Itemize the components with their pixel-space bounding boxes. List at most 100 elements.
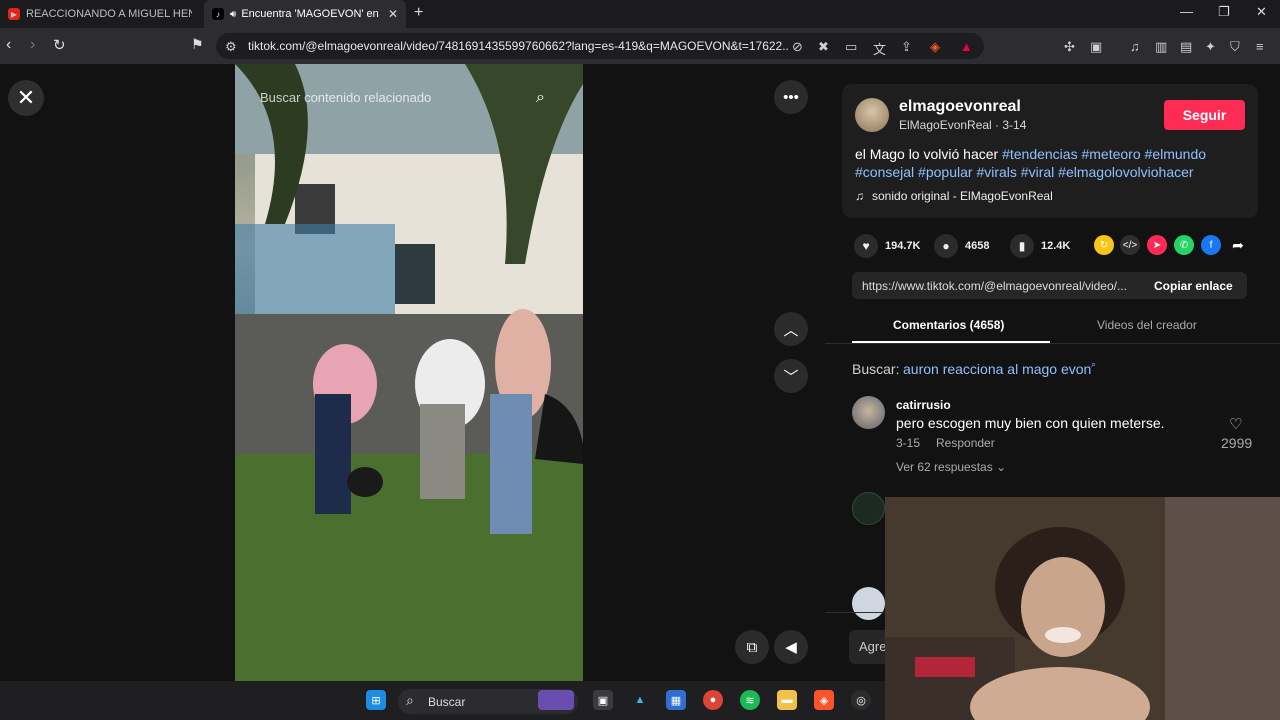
spotify-icon[interactable]: ≋ [740,690,760,710]
volume-button[interactable]: ◀︎ [774,630,808,664]
avatar[interactable] [852,396,885,429]
previous-video-button[interactable]: ︿ [774,312,808,346]
leo-ai-icon[interactable]: ✦ [1205,39,1216,55]
reply-button[interactable]: Responder [936,436,995,450]
hashtag-link[interactable]: #tendencias [1002,146,1078,162]
search-small-icon: ⌕ [1091,359,1097,369]
whatsapp-icon[interactable]: ✆ [1174,235,1194,255]
follow-button[interactable]: Seguir [1164,100,1245,130]
ellipsis-icon: ••• [783,88,799,106]
browser-tab-strip: ▶ REACCIONANDO A MIGUEL HENAO ♪ 🔊︎ Encue… [0,0,1280,28]
hashtag-link[interactable]: #popular [918,164,973,180]
sound-link[interactable]: ♫ sonido original - ElMagoEvonReal [855,189,1053,203]
hashtag-link[interactable]: #viral [1021,164,1054,180]
reload-icon[interactable]: ↻ [53,36,66,54]
share-page-icon[interactable]: ⇪ [901,39,912,55]
comment-username[interactable]: catirrusio [896,398,951,412]
hashtag-link[interactable]: #meteoro [1081,146,1140,162]
avatar[interactable] [852,587,885,620]
video-frame [235,64,583,681]
creator-subline: ElMagoEvonReal · 3-14 [899,118,1027,132]
like-button[interactable]: ♥ 194.7K [854,234,920,258]
more-options-button[interactable]: ••• [774,80,808,114]
bookmark-icon[interactable]: ⚑ [191,36,204,53]
chevron-down-icon: ﹀ [783,368,799,386]
speaker-icon[interactable]: 🔊︎ [230,9,236,20]
hashtag-link[interactable]: #elmundo [1145,146,1207,162]
save-count: 12.4K [1041,240,1071,252]
share-link-text[interactable]: https://www.tiktok.com/@elmagoevonreal/v… [862,279,1138,293]
embed-icon[interactable]: </> [1120,235,1140,255]
comment-icon: ● [934,234,958,258]
send-icon[interactable]: ➤ [1147,235,1167,255]
creator-username[interactable]: elmagoevonreal [899,98,1021,116]
comment-button[interactable]: ● 4658 [934,234,989,258]
share-repost-icon[interactable]: ↻ [1094,235,1114,255]
tab-youtube[interactable]: ▶ REACCIONANDO A MIGUEL HENAO [0,0,200,28]
next-video-button[interactable]: ﹀ [774,359,808,393]
save-button[interactable]: ▮ 12.4K [1010,234,1070,258]
file-explorer-icon[interactable]: ▬ [777,690,797,710]
new-tab-button[interactable]: + [414,4,423,22]
search-icon[interactable]: ⌕ [536,89,545,107]
obs-icon[interactable]: ◎ [851,690,871,710]
extensions-icon[interactable]: ✣ [1064,39,1075,55]
brave-icon[interactable]: ◈ [814,690,834,710]
site-info-icon[interactable]: ⚙ [225,39,237,55]
close-video-button[interactable]: ✕ [8,80,44,116]
comment-text: pero escogen muy bien con quien meterse. [896,415,1165,431]
add-comment-input[interactable]: Agreg [849,630,889,664]
tab-creator-videos[interactable]: Videos del creador [1097,318,1197,332]
webcam-frame [885,497,1280,720]
hashtag-link[interactable]: #virals [976,164,1016,180]
url-text[interactable]: tiktok.com/@elmagoevonreal/video/7481691… [248,39,788,53]
brave-shield-icon[interactable]: ◈ [930,39,940,55]
bookmark-icon: ▮ [1010,234,1034,258]
copy-link-button[interactable]: Copiar enlace [1154,279,1233,293]
comment-like-icon[interactable]: ♡ [1229,415,1242,433]
youtube-icon: ▶ [8,8,20,20]
avatar[interactable] [855,98,889,132]
vpn-icon[interactable]: ⛉ [1230,39,1240,55]
chrome-icon[interactable]: ● [703,690,723,710]
share-arrow-icon[interactable]: ➦ [1228,235,1248,255]
maximize-icon[interactable]: ❐ [1218,4,1230,20]
forward-icon[interactable]: › [30,36,35,54]
taskbar-search-label: Buscar [428,695,466,709]
task-view-icon[interactable]: ▣ [593,690,613,710]
tab-tiktok[interactable]: ♪ 🔊︎ Encuentra 'MAGOEVON' en TikTok ✕ [204,0,406,28]
tab-divider [825,343,1280,344]
hashtag-link[interactable]: #consejal [855,164,914,180]
widgets-icon[interactable]: ▲ [630,690,650,710]
video-player[interactable] [235,64,583,681]
sound-label: sonido original - ElMagoEvonReal [872,189,1053,203]
heart-icon: ♥ [854,234,878,258]
related-search-input[interactable]: Buscar contenido relacionado [260,90,560,110]
minimize-icon[interactable]: — [1180,4,1193,19]
store-icon[interactable]: ▦ [666,690,686,710]
media-icon[interactable]: ♫ [1130,39,1140,54]
description-text: el Mago lo volvió hacer [855,146,1003,162]
view-replies-button[interactable]: Ver 62 respuestas ⌄ [896,460,1006,474]
close-tab-icon[interactable]: ✕ [388,7,398,21]
translate-icon[interactable]: 文 [873,39,886,58]
screenshot-icon[interactable]: ▣ [1090,39,1102,55]
comment-date: 3-15 [896,436,921,450]
cast-off-icon[interactable]: ⊘ [792,39,803,55]
window-close-icon[interactable]: ✕ [1256,4,1267,20]
brave-rewards-icon[interactable]: ▲ [960,39,973,54]
sidebar-icon[interactable]: ▥ [1155,39,1167,55]
windows-start-icon[interactable]: ⊞ [366,690,386,710]
tab-label: REACCIONANDO A MIGUEL HENAO [26,8,192,20]
menu-icon[interactable]: ≡ [1256,39,1264,54]
related-search-link[interactable]: auron reacciona al mago evon [903,361,1091,377]
facebook-icon[interactable]: f [1201,235,1221,255]
hashtag-link[interactable]: #elmagolovolviohacer [1058,164,1193,180]
back-icon[interactable]: ‹ [6,36,11,54]
pip-toggle-button[interactable]: ⧉ [735,630,769,664]
avatar[interactable] [852,492,885,525]
pip-icon[interactable]: ▭ [845,39,857,55]
wallet-icon[interactable]: ▤ [1180,39,1192,55]
mute-icon[interactable]: ✖ [818,39,829,55]
tab-comments[interactable]: Comentarios (4658) [893,318,1004,332]
